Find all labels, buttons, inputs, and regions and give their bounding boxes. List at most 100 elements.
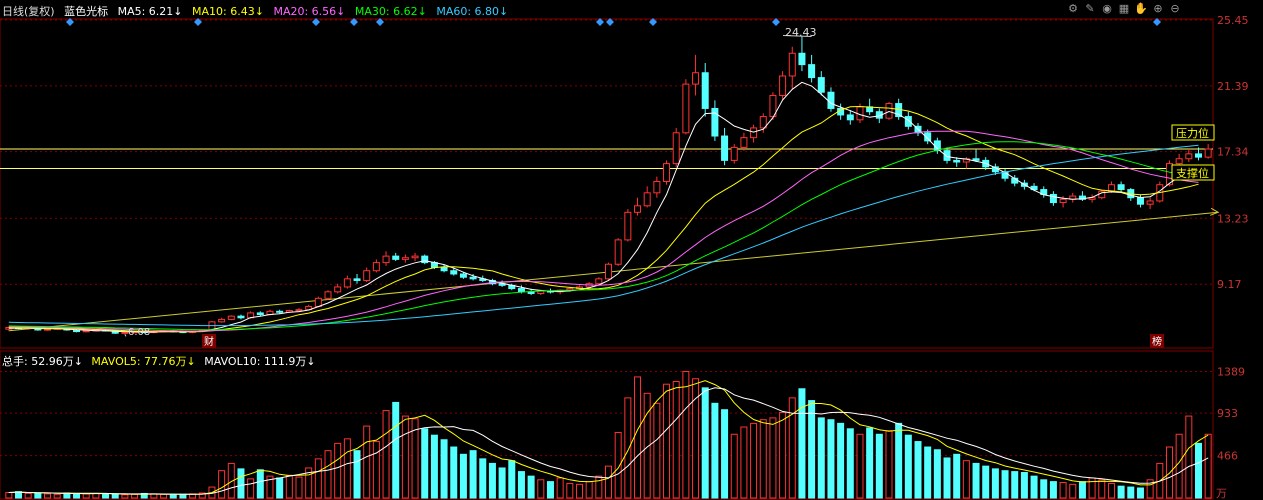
volume-bar (1136, 487, 1144, 499)
chart-toolbar: ⚙ ✎ ◉ ▦ ✋ ⊕ ⊖ (1066, 2, 1182, 16)
volume-bar (314, 458, 322, 499)
volume-bar (1040, 479, 1048, 499)
volume-bar (924, 446, 932, 499)
volume-bar (904, 434, 912, 499)
volume-bar (546, 481, 554, 499)
candle-body (788, 52, 796, 77)
volume-bar (808, 400, 816, 499)
volume-bar (450, 446, 458, 499)
ma30-line (8, 141, 1199, 331)
volume-bars (5, 370, 1212, 499)
candle-body (450, 270, 458, 275)
candle-body (972, 158, 980, 161)
volume-bar (1069, 483, 1077, 499)
ma-header: 日线(复权) 蓝色光标 MA5: 6.21↓ MA10: 6.43↓ MA20:… (2, 3, 514, 18)
volume-bar (121, 494, 129, 499)
candle-body (672, 132, 680, 165)
candle-body (730, 146, 738, 161)
volume-bar (895, 422, 903, 499)
volume-bar (102, 493, 110, 499)
candle-body (643, 192, 651, 207)
pen-icon[interactable]: ✎ (1083, 2, 1097, 16)
volume-bar (131, 493, 139, 499)
volume-bar (624, 397, 632, 499)
volume-bar (740, 426, 748, 499)
rank-marker-label: 榜 (1152, 335, 1162, 348)
volume-bar (595, 475, 603, 499)
pressure-label: 压力位 (1176, 126, 1209, 140)
eye-icon[interactable]: ◉ (1100, 2, 1114, 16)
volume-bar (1001, 470, 1009, 499)
calendar-icon[interactable]: ▦ (1117, 2, 1131, 16)
price-tick-label: 13.23 (1217, 212, 1249, 225)
volume-bar (440, 439, 448, 499)
volume-bar (498, 467, 506, 499)
volume-bar (343, 438, 351, 499)
hand-icon[interactable]: ✋ (1134, 2, 1148, 16)
price-tick-label: 25.45 (1217, 14, 1249, 27)
zoom-out-icon[interactable]: ⊖ (1168, 2, 1182, 16)
candle-body (256, 312, 264, 316)
volume-bar (334, 442, 342, 499)
ma60-line (8, 144, 1199, 327)
volume-bar (218, 470, 226, 499)
settings-icon[interactable]: ⚙ (1066, 2, 1080, 16)
price-axis: 25.45 21.39 17.34 13.23 9.17 (1217, 14, 1249, 291)
volume-bar (962, 460, 970, 499)
candle-body (227, 315, 235, 320)
stock-name: 蓝色光标 (64, 5, 109, 18)
volume-bar (585, 481, 593, 499)
volume-bar (711, 402, 719, 499)
high-price-label: 24.43 (785, 26, 817, 39)
volume-bar (469, 450, 477, 499)
volume-unit-label: 万 (1216, 487, 1227, 500)
candle-body (721, 135, 729, 161)
volume-bar (943, 457, 951, 499)
price-tick-label: 17.34 (1217, 146, 1249, 159)
volume-bar (363, 425, 371, 499)
candle-body (692, 72, 700, 85)
low-leader (124, 334, 127, 337)
candles (5, 36, 1212, 335)
volume-bar (837, 422, 845, 499)
candle-body (953, 159, 961, 163)
volume-bar (53, 493, 61, 499)
volume-bar (575, 483, 583, 499)
candle-body (1136, 197, 1144, 205)
volume-bar (875, 433, 883, 499)
volume-bar (1059, 482, 1067, 499)
candle-body (1146, 200, 1154, 205)
volume-bar (769, 417, 777, 499)
volume-bar (982, 465, 990, 499)
candle-body (779, 75, 787, 96)
volume-bar (1204, 433, 1212, 499)
candle-body (605, 263, 612, 280)
volume-bar (73, 492, 81, 499)
kline-chart[interactable]: 25.45 21.39 17.34 13.23 9.17 1389 933 466 24.4… (0, 0, 1263, 500)
candle-body (372, 262, 380, 272)
zoom-in-icon[interactable]: ⊕ (1151, 2, 1165, 16)
volume-bar (479, 458, 487, 499)
volume-bar (798, 388, 806, 499)
period-label[interactable]: 日线(复权) (2, 5, 55, 18)
candle-body (237, 315, 245, 319)
moving-average-lines (8, 81, 1199, 333)
low-price-label: 6.08 (128, 327, 150, 338)
volume-bar (972, 462, 980, 499)
candle-body (382, 255, 390, 264)
trend-line (8, 211, 1219, 332)
candle-body (1175, 158, 1183, 165)
candle-body (517, 288, 525, 293)
volume-bar (1049, 481, 1057, 499)
support-label: 支撑位 (1176, 166, 1209, 180)
volume-bar (44, 493, 52, 499)
candle-body (624, 211, 632, 241)
candle-body (1049, 193, 1057, 204)
volume-bar (701, 387, 709, 499)
candle-body (798, 52, 806, 66)
volume-bar (933, 449, 941, 499)
volume-bar (634, 376, 642, 499)
candle-body (218, 318, 226, 323)
volume-bar (1185, 415, 1193, 499)
volume-bar (663, 383, 671, 499)
